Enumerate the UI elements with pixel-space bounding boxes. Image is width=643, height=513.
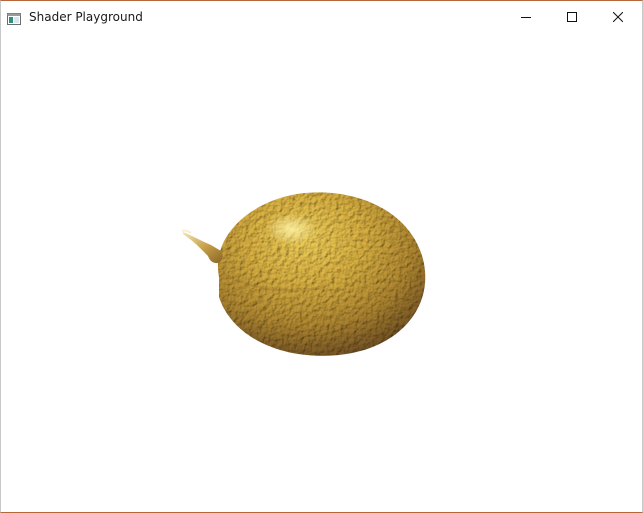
maximize-icon: [567, 7, 577, 26]
maximize-button[interactable]: [549, 1, 595, 32]
app-window: Shader Playground: [0, 0, 643, 513]
window-title: Shader Playground: [29, 10, 143, 24]
minimize-icon: [521, 7, 531, 26]
title-bar[interactable]: Shader Playground: [1, 1, 642, 32]
close-icon: [612, 7, 624, 26]
render-viewport[interactable]: [1, 32, 642, 512]
app-window-icon: [7, 10, 21, 25]
close-button[interactable]: [595, 1, 641, 32]
minimize-button[interactable]: [503, 1, 549, 32]
lemon-render: [181, 192, 426, 356]
